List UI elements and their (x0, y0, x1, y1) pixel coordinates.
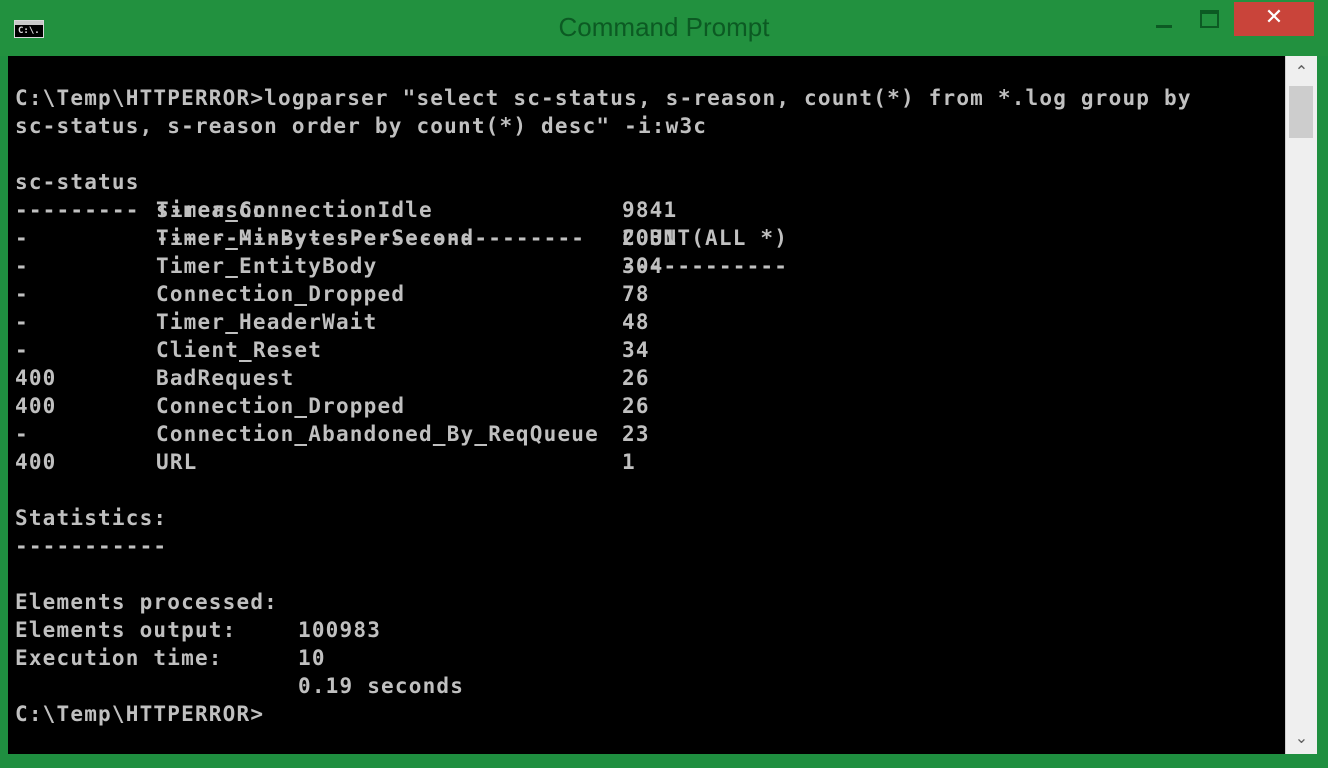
execution-time-label: Execution time: (15, 646, 223, 670)
status-cell: - (15, 254, 29, 278)
execution-time-line: Execution time: 0.19 seconds (15, 616, 1275, 698)
count-cell: 34 (622, 338, 650, 362)
elements-output-line: Elements output: 10 (15, 588, 1275, 670)
reason-cell: Connection_Dropped (156, 394, 406, 418)
scroll-down-icon[interactable]: ⌄ (1286, 724, 1317, 752)
reason-cell: Timer_EntityBody (156, 254, 378, 278)
window-bottom-border (0, 754, 1328, 768)
table-row: 400 Connection_Dropped 26 (15, 392, 1275, 420)
table-row: 400 URL 1 (15, 448, 1275, 476)
close-button[interactable]: ✕ (1234, 2, 1314, 36)
reason-cell: Timer_ConnectionIdle (156, 198, 433, 222)
reason-cell: Client_Reset (156, 338, 323, 362)
status-cell: - (15, 282, 29, 306)
count-cell: 26 (622, 366, 650, 390)
statistics-heading: Statistics: (15, 506, 168, 530)
count-cell: 26 (622, 394, 650, 418)
count-cell: 304 (622, 254, 664, 278)
count-cell: 78 (622, 282, 650, 306)
reason-cell: Timer_HeaderWait (156, 310, 378, 334)
count-cell: 48 (622, 310, 650, 334)
command-line-continued: sc-status, s-reason order by count(*) de… (15, 114, 708, 138)
scroll-up-icon[interactable]: ⌃ (1286, 58, 1317, 86)
table-row: - Client_Reset 34 (15, 336, 1275, 364)
window-title: Command Prompt (558, 12, 770, 42)
elements-processed-line: Elements processed: 100983 (15, 560, 1275, 642)
command-line: C:\Temp\HTTPERROR>logparser "select sc-s… (15, 86, 1192, 110)
status-cell: - (15, 310, 29, 334)
count-cell: 23 (622, 422, 650, 446)
command-prompt-window: C:\. Command Prompt ✕ C:\Temp\HTTPERROR>… (0, 0, 1328, 768)
table-header-row: sc-status s-reason COUNT(ALL *) (15, 140, 1275, 250)
table-row: 400 BadRequest 26 (15, 364, 1275, 392)
elements-output-value: 10 (298, 646, 326, 670)
table-row: - Timer_ConnectionIdle 9841 (15, 196, 1275, 224)
command-prompt[interactable]: C:\Temp\HTTPERROR> (15, 700, 264, 728)
status-cell: 400 (15, 366, 57, 390)
reason-cell: Timer_MinBytesPerSecond (156, 226, 475, 250)
status-cell: 400 (15, 394, 57, 418)
status-cell: - (15, 226, 29, 250)
status-cell: - (15, 338, 29, 362)
reason-cell: Connection_Dropped (156, 282, 406, 306)
statistics-underline: ----------- (15, 534, 168, 558)
table-row: - Timer_EntityBody 304 (15, 252, 1275, 280)
table-row: - Connection_Abandoned_By_ReqQueue 23 (15, 420, 1275, 448)
table-separator-row: --------- ------------------------------… (15, 168, 1275, 278)
status-cell: - (15, 198, 29, 222)
execution-time-value: 0.19 seconds (298, 674, 465, 698)
table-row: - Timer_MinBytesPerSecond 2031 (15, 224, 1275, 252)
status-cell: 400 (15, 450, 57, 474)
minimize-button[interactable] (1146, 0, 1186, 38)
table-row: - Connection_Dropped 78 (15, 280, 1275, 308)
scrollbar-thumb[interactable] (1289, 86, 1313, 138)
reason-cell: Connection_Abandoned_By_ReqQueue (156, 422, 599, 446)
status-cell: - (15, 422, 29, 446)
count-cell: 2031 (622, 226, 678, 250)
reason-cell: URL (156, 450, 198, 474)
title-bar[interactable]: C:\. Command Prompt ✕ (0, 0, 1328, 56)
vertical-scrollbar[interactable]: ⌃ ⌄ (1285, 56, 1317, 754)
count-cell: 9841 (622, 198, 678, 222)
console-output[interactable]: C:\Temp\HTTPERROR>logparser "select sc-s… (8, 56, 1285, 754)
reason-cell: BadRequest (156, 366, 295, 390)
table-row: - Timer_HeaderWait 48 (15, 308, 1275, 336)
count-cell: 1 (622, 450, 636, 474)
maximize-button[interactable] (1190, 0, 1230, 38)
